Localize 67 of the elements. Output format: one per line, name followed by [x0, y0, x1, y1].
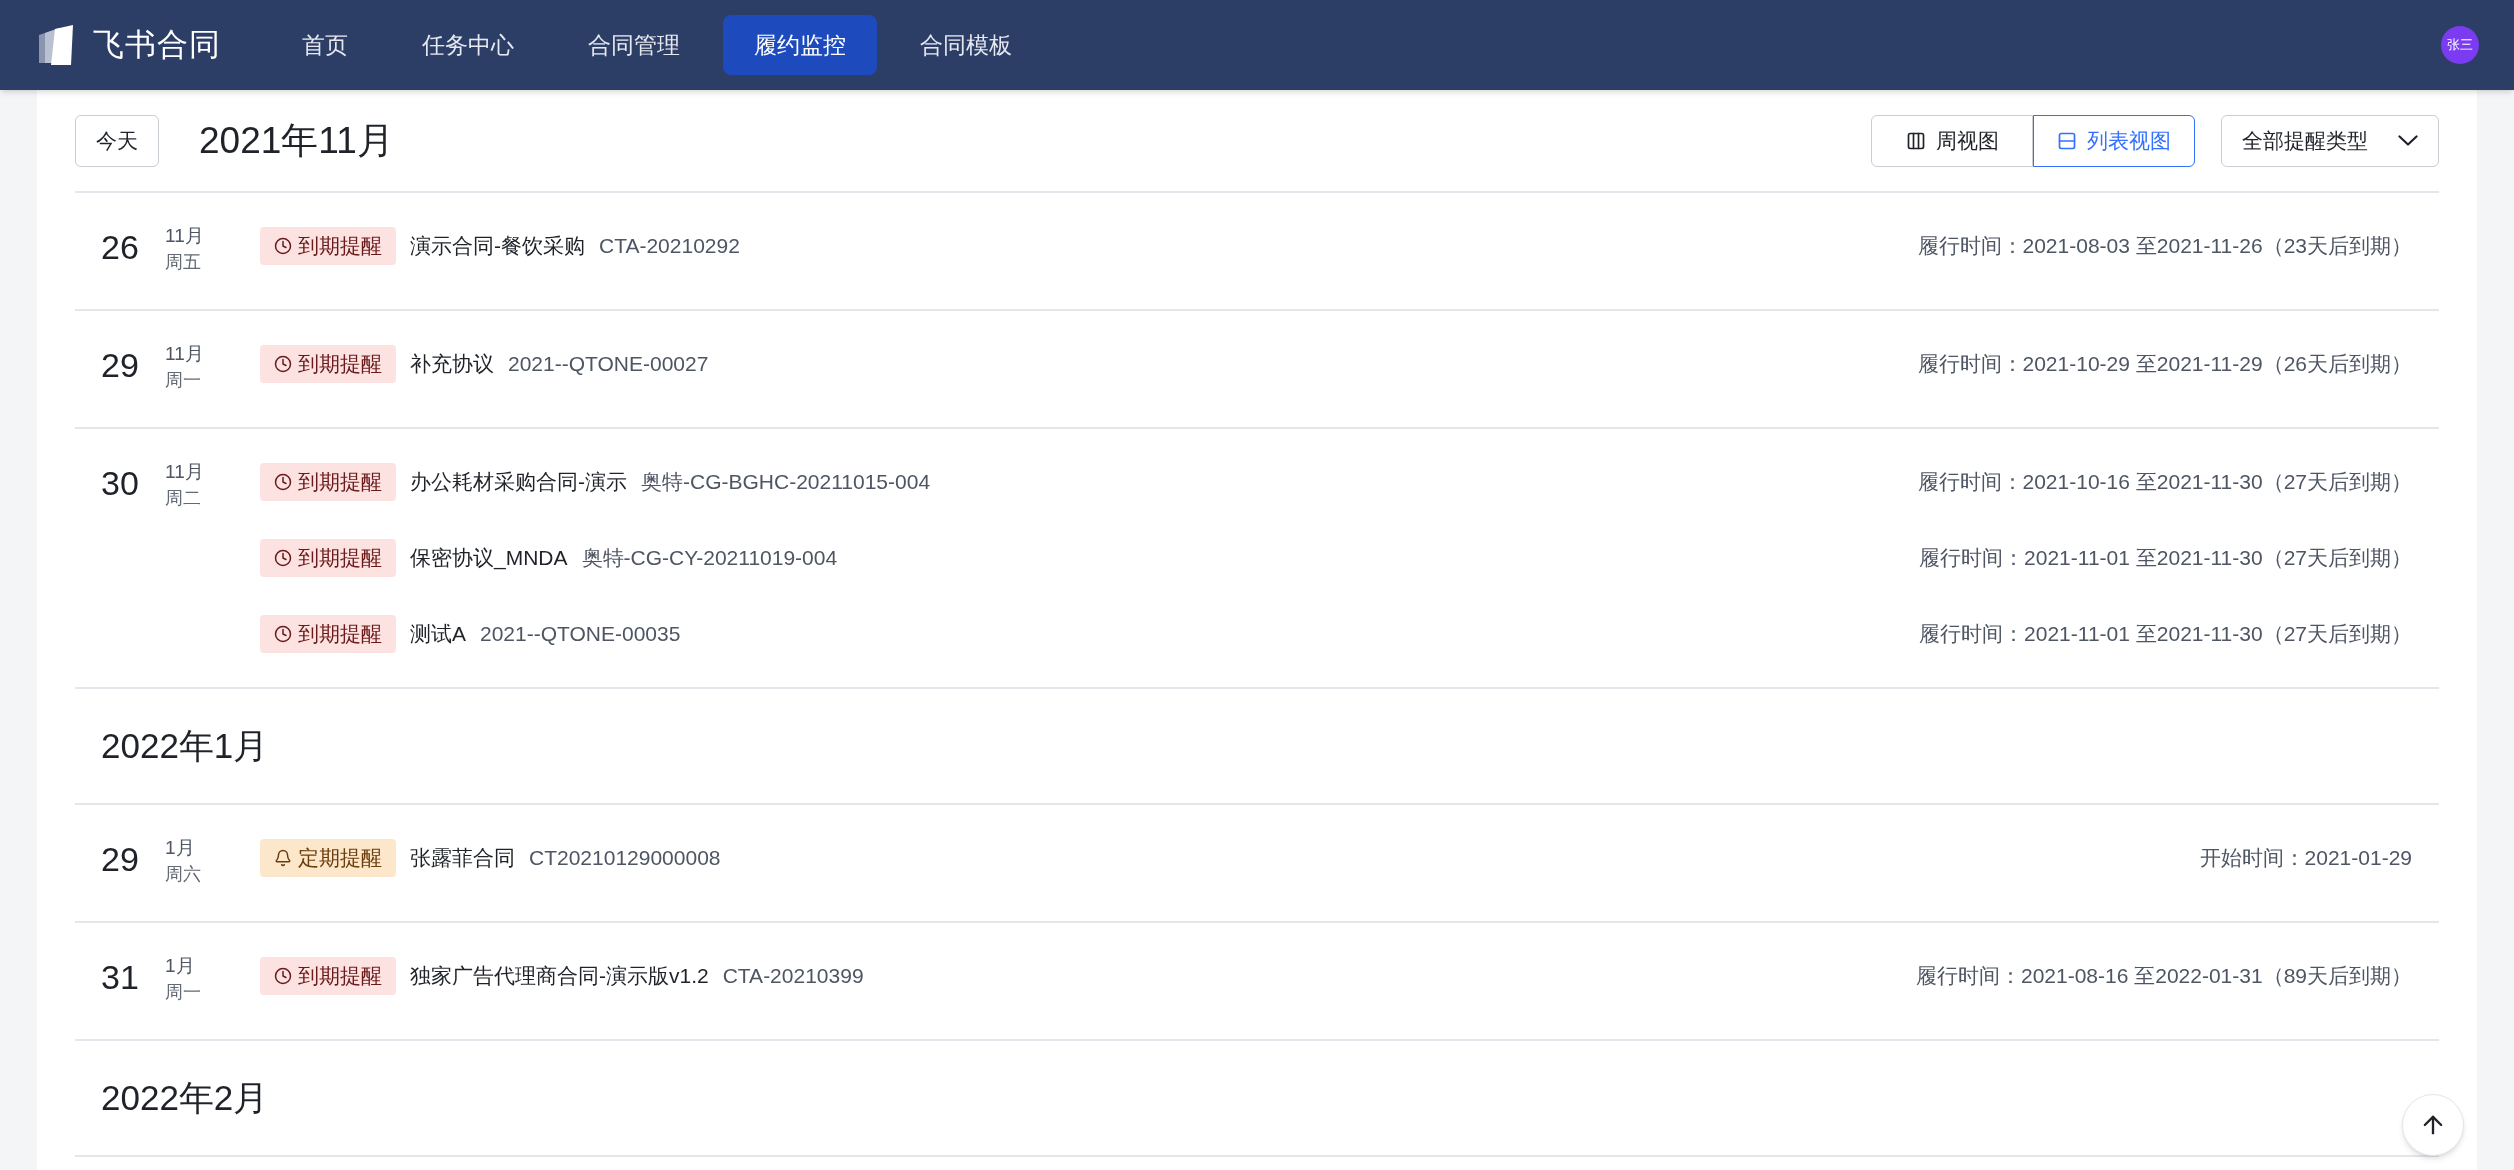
nav-tab[interactable]: 首页 — [271, 15, 379, 75]
bell-icon — [274, 849, 292, 867]
reminder-tag: 到期提醒 — [260, 539, 396, 577]
contract-code: CTA-20210399 — [722, 963, 864, 990]
columns-icon — [1905, 130, 1926, 151]
contract-time: 履行时间：2021-08-16 至2022-01-31（89天后到期） — [1915, 963, 2413, 990]
view-toggle[interactable]: 周视图 — [1871, 114, 2033, 167]
contract-name[interactable]: 保密协议_MNDA — [410, 542, 568, 574]
reminder-tag: 到期提醒 — [260, 957, 396, 995]
contract-code: CT20210129000008 — [529, 845, 721, 872]
month-title: 2022年2月 — [101, 1076, 269, 1119]
contract-code: CTA-20210292 — [599, 233, 740, 260]
contract-time: 履行时间：2021-11-01 至2021-11-30（27天后到期） — [1919, 545, 2413, 572]
clock-icon — [274, 625, 292, 643]
app-logo-text: 飞书合同 — [93, 25, 221, 64]
reminder-tag: 到期提醒 — [260, 615, 396, 653]
reminder-tag: 到期提醒 — [260, 463, 396, 501]
clock-icon — [274, 355, 292, 373]
today-button[interactable]: 今天 — [75, 114, 159, 167]
clock-icon — [274, 473, 292, 491]
chevron-down-icon — [2398, 135, 2418, 146]
day-number: 31 — [101, 957, 140, 998]
rows-icon — [2057, 130, 2077, 151]
contract-name[interactable]: 测试A — [410, 618, 466, 650]
contract-name[interactable]: 补充协议 — [410, 348, 494, 380]
contract-code: 奥特-CG-CY-20211019-004 — [581, 545, 838, 572]
contract-name[interactable]: 办公耗材采购合同-演示 — [410, 466, 627, 498]
contract-code: 奥特-CG-BGHC-20211015-004 — [641, 469, 931, 496]
nav-tab[interactable]: 合同模板 — [889, 15, 1043, 75]
nav-tab[interactable]: 履约监控 — [723, 15, 877, 75]
weekday-label: 周二 — [165, 487, 202, 510]
clock-icon — [274, 237, 292, 255]
reminder-tag: 到期提醒 — [260, 345, 396, 383]
contract-code: 2021--QTONE-00035 — [480, 621, 681, 648]
month-label: 1月 — [165, 954, 196, 978]
contract-time: 履行时间：2021-10-29 至2021-11-29（26天后到期） — [1917, 351, 2413, 378]
contract-time: 履行时间：2021-11-01 至2021-11-30（27天后到期） — [1919, 621, 2413, 648]
day-number: 30 — [101, 463, 140, 504]
view-toggle[interactable]: 列表视图 — [2033, 114, 2195, 167]
month-title: 2021年11月 — [199, 118, 394, 163]
user-avatar[interactable]: 张三 — [2441, 26, 2479, 64]
month-label: 11月 — [165, 460, 204, 484]
month-title: 2022年1月 — [101, 724, 269, 767]
reminder-tag: 到期提醒 — [260, 227, 396, 265]
day-number: 29 — [101, 345, 140, 386]
month-label: 11月 — [165, 342, 204, 366]
nav-tab[interactable]: 合同管理 — [557, 15, 711, 75]
contract-time: 履行时间：2021-10-16 至2021-11-30（27天后到期） — [1917, 469, 2413, 496]
day-number: 29 — [101, 839, 140, 880]
contract-time: 履行时间：2021-08-03 至2021-11-26（23天后到期） — [1917, 233, 2413, 260]
clock-icon — [274, 967, 292, 985]
clock-icon — [274, 549, 292, 567]
weekday-label: 周五 — [165, 251, 202, 274]
reminder-tag: 定期提醒 — [260, 839, 396, 877]
nav-tab[interactable]: 任务中心 — [391, 15, 545, 75]
weekday-label: 周六 — [165, 863, 201, 886]
weekday-label: 周一 — [165, 369, 202, 392]
contract-code: 2021--QTONE-00027 — [508, 351, 709, 378]
reminder-type-dropdown[interactable]: 全部提醒类型 — [2221, 114, 2439, 167]
contract-time: 开始时间：2021-01-29 — [2199, 845, 2413, 872]
contract-name[interactable]: 张露菲合同 — [410, 842, 515, 874]
month-label: 1月 — [165, 836, 196, 860]
weekday-label: 周一 — [165, 981, 201, 1004]
contract-name[interactable]: 独家广告代理商合同-演示版v1.2 — [410, 960, 709, 992]
day-number: 26 — [101, 227, 140, 268]
contract-name[interactable]: 演示合同-餐饮采购 — [410, 230, 585, 262]
month-label: 11月 — [165, 224, 204, 248]
